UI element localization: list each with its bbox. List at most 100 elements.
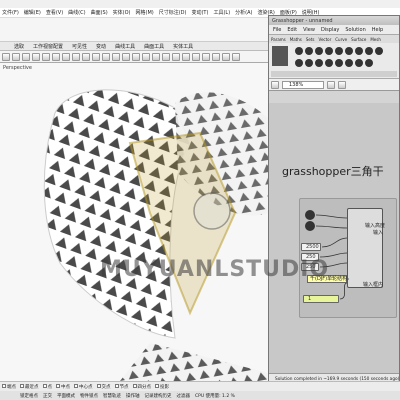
osnap-8[interactable]: 投影 bbox=[155, 384, 169, 390]
rhino-tab-1[interactable]: 工作视窗配置 bbox=[33, 43, 63, 50]
status-pane-2[interactable]: 平面模式 bbox=[57, 393, 75, 399]
rhino-tab-4[interactable]: 曲线工具 bbox=[115, 43, 135, 50]
gh-menu-item-1[interactable]: Edit bbox=[287, 27, 297, 33]
gh-menu-item-2[interactable]: View bbox=[303, 27, 315, 33]
component-icons[interactable] bbox=[269, 43, 399, 79]
osnap-1[interactable]: 最近点 bbox=[20, 384, 39, 390]
caption-text: grasshopper三角干 bbox=[282, 165, 384, 178]
status-pane-0[interactable]: 锁定格点 bbox=[20, 393, 38, 399]
gh-menu-item-3[interactable]: Display bbox=[321, 27, 339, 33]
tool-icon[interactable] bbox=[72, 52, 80, 61]
gh-tab-3[interactable]: Vector bbox=[319, 37, 332, 42]
tool-icon[interactable] bbox=[232, 52, 240, 61]
rhino-menu-item-6[interactable]: 网格(M) bbox=[136, 9, 154, 16]
status-pane-6[interactable]: 记录建构历史 bbox=[145, 393, 172, 399]
status-pane-5[interactable]: 操作轴 bbox=[126, 393, 140, 399]
rhino-menu-item-4[interactable]: 曲面(S) bbox=[91, 9, 108, 16]
gh-tab-2[interactable]: Sets bbox=[306, 37, 315, 42]
rhino-tab-5[interactable]: 曲面工具 bbox=[144, 43, 164, 50]
tool-icon[interactable] bbox=[172, 52, 180, 61]
gh-canvas-toolbar: 138% bbox=[269, 79, 399, 91]
tool-icon[interactable] bbox=[192, 52, 200, 61]
gh-tab-1[interactable]: Maths bbox=[290, 37, 302, 42]
rhino-menu-item-0[interactable]: 文件(F) bbox=[2, 9, 19, 16]
rhino-viewport[interactable]: Perspective bbox=[0, 63, 270, 381]
rhino-menu-item-7[interactable]: 尺寸标注(D) bbox=[159, 9, 187, 16]
status-pane-7[interactable]: 过滤器 bbox=[177, 393, 191, 399]
rhino-menu-item-3[interactable]: 曲线(C) bbox=[68, 9, 85, 16]
checkbox-icon[interactable] bbox=[2, 384, 6, 388]
status-pane-3[interactable]: 物件锁点 bbox=[80, 393, 98, 399]
osnap-4[interactable]: 中心点 bbox=[74, 384, 93, 390]
tool-icon[interactable] bbox=[152, 52, 160, 61]
tool-icon[interactable] bbox=[82, 52, 90, 61]
rhino-tab-3[interactable]: 变动 bbox=[96, 43, 106, 50]
osnap-7[interactable]: 四分点 bbox=[132, 384, 151, 390]
gh-canvas[interactable]: 输入高度 输入 输入框内 2500 250 250 千(DJF)单轮结构 1 bbox=[269, 103, 399, 373]
tool-icon[interactable] bbox=[132, 52, 140, 61]
rhino-bottom-bar: 端点 最近点点中点 中心点 交点 节点 四分点 投影 锁定格点 正交 平面模式 物件锁点 智慧轨迹操… bbox=[0, 381, 400, 400]
tool-icon[interactable] bbox=[52, 52, 60, 61]
eye-icon[interactable] bbox=[338, 80, 346, 89]
tool-icon[interactable] bbox=[42, 52, 50, 61]
osnap-6[interactable]: 节点 bbox=[114, 384, 129, 390]
watermark: MUYUANLSTUDIO bbox=[100, 257, 330, 282]
tool-icon[interactable] bbox=[182, 52, 190, 61]
status-pane-4[interactable]: 智慧轨迹 bbox=[103, 393, 121, 399]
rhino-toolbar-tabs: 选取 工作视窗配置 可见性 变动 曲线工具 曲面工具 实体工具 bbox=[0, 42, 270, 51]
tool-icon[interactable] bbox=[32, 52, 40, 61]
save-icon[interactable] bbox=[271, 80, 279, 89]
status-pane-1[interactable]: 正交 bbox=[43, 393, 52, 399]
tool-icon[interactable] bbox=[122, 52, 130, 61]
rhino-tab-2[interactable]: 可见性 bbox=[72, 43, 87, 50]
gh-tab-5[interactable]: Surface bbox=[351, 37, 366, 42]
tool-icon[interactable] bbox=[142, 52, 150, 61]
rhino-menu-item-9[interactable]: 工具(L) bbox=[213, 9, 230, 16]
checkbox-icon[interactable] bbox=[20, 384, 24, 388]
osnap-bar: 端点 最近点点中点 中心点 交点 节点 四分点 投影 bbox=[0, 382, 400, 391]
checkbox-icon[interactable] bbox=[114, 384, 119, 388]
checkbox-icon[interactable] bbox=[42, 384, 47, 388]
tool-icon[interactable] bbox=[92, 52, 100, 61]
tool-icon[interactable] bbox=[102, 52, 110, 61]
tool-icon[interactable] bbox=[2, 52, 10, 61]
checkbox-icon[interactable] bbox=[56, 384, 60, 388]
checkbox-icon[interactable] bbox=[74, 384, 78, 388]
checkbox-icon[interactable] bbox=[96, 384, 101, 388]
status-pane-8[interactable]: CPU 使用量: 1.2 % bbox=[195, 393, 235, 399]
gh-menu-item-0[interactable]: File bbox=[273, 27, 281, 33]
tool-icon[interactable] bbox=[222, 52, 230, 61]
osnap-3[interactable]: 中点 bbox=[56, 384, 70, 390]
gh-title-bar: Grasshopper - unnamed bbox=[269, 16, 399, 25]
rhino-tab-0[interactable]: 选取 bbox=[14, 43, 24, 50]
gh-menu-item-4[interactable]: Solution bbox=[345, 27, 365, 33]
rhino-menu-item-5[interactable]: 实体(O) bbox=[113, 9, 131, 16]
gh-tabs: Params Maths Sets Vector Curve Surface Mesh bbox=[269, 35, 399, 43]
rhino-menu-item-1[interactable]: 编辑(E) bbox=[24, 9, 41, 16]
tool-icon[interactable] bbox=[22, 52, 30, 61]
osnap-5[interactable]: 交点 bbox=[96, 384, 111, 390]
tool-icon[interactable] bbox=[62, 52, 70, 61]
checkbox-icon[interactable] bbox=[132, 384, 137, 388]
gh-tab-6[interactable]: Mesh bbox=[370, 37, 381, 42]
zoom-select[interactable]: 138% bbox=[282, 80, 324, 89]
tool-icon[interactable] bbox=[112, 52, 120, 61]
tool-icon[interactable] bbox=[212, 52, 220, 61]
gh-menu-item-5[interactable]: Help bbox=[372, 27, 383, 33]
osnap-0[interactable]: 端点 bbox=[2, 384, 16, 390]
osnap-2[interactable]: 点 bbox=[42, 384, 52, 390]
checkbox-icon[interactable] bbox=[155, 384, 159, 388]
gh-tab-4[interactable]: Curve bbox=[335, 37, 347, 42]
gh-tab-0[interactable]: Params bbox=[271, 37, 286, 42]
tool-icon[interactable] bbox=[202, 52, 210, 61]
gh-component-panel[interactable] bbox=[269, 43, 399, 79]
rhino-menu-item-8[interactable]: 变动(T) bbox=[191, 9, 208, 16]
rhino-menu-item-10[interactable]: 分析(A) bbox=[235, 9, 252, 16]
rhino-menu-item-2[interactable]: 查看(V) bbox=[46, 9, 63, 16]
rhino-tab-6[interactable]: 实体工具 bbox=[173, 43, 193, 50]
desktop: 文件(F) 编辑(E) 查看(V) 曲线(C) 曲面(S) 实体(O) 网格(M) 尺寸标注(… bbox=[0, 0, 400, 400]
tool-icon[interactable] bbox=[162, 52, 170, 61]
preview-icon[interactable] bbox=[327, 80, 335, 89]
tool-icon[interactable] bbox=[12, 52, 20, 61]
wires bbox=[315, 214, 349, 300]
